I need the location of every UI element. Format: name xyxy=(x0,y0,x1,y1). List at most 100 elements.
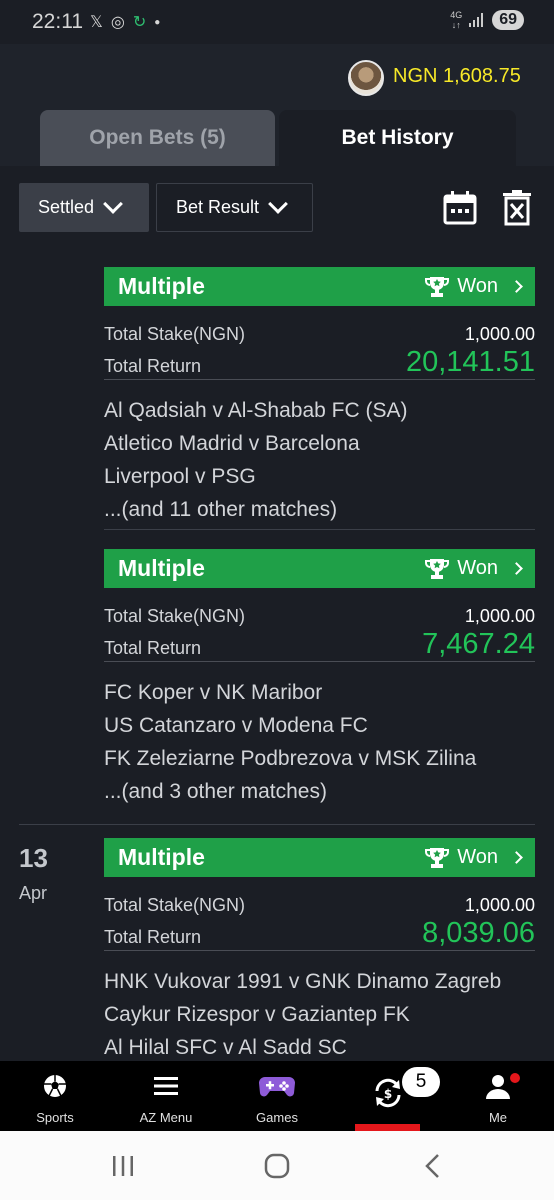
return-label: Total Return xyxy=(104,356,202,376)
clear-filter-icon[interactable] xyxy=(500,190,534,226)
bet-status-label: Won xyxy=(457,275,498,297)
stake-value: 1,000.00 xyxy=(464,324,535,344)
bet-card-header[interactable]: Multiple Won xyxy=(104,838,535,877)
dot-icon: ● xyxy=(154,16,161,28)
nav-games[interactable]: Games xyxy=(232,1061,322,1131)
divider xyxy=(104,529,535,530)
match-item: ...(and 11 other matches) xyxy=(104,498,338,521)
date-day: 13 xyxy=(19,843,48,873)
calendar-icon[interactable] xyxy=(443,190,477,226)
account-balance[interactable]: NGN 1,608.75 xyxy=(393,65,521,88)
bet-status-label: Won xyxy=(457,846,498,868)
return-value: 20,141.51 xyxy=(405,346,535,378)
match-item: Liverpool v PSG xyxy=(104,465,256,488)
chevron-right-icon xyxy=(510,851,523,864)
trophy-icon xyxy=(425,276,450,297)
settled-filter-dropdown[interactable]: Settled xyxy=(19,183,149,232)
bet-card[interactable]: Multiple Won Total Stake(NGN) 1,000.00 T… xyxy=(104,267,535,526)
match-item: US Catanzaro v Modena FC xyxy=(104,714,368,737)
nav-sports[interactable]: Sports xyxy=(10,1061,100,1131)
match-item: Al Qadsiah v Al-Shabab FC (SA) xyxy=(104,399,408,422)
avatar[interactable] xyxy=(348,60,384,96)
bet-result-label: Bet Result xyxy=(176,197,260,217)
bet-card[interactable]: Multiple Won Total Stake(NGN) 1,000.00 T… xyxy=(104,549,535,808)
status-right: 4G ↓↑ 69 xyxy=(450,10,524,30)
trophy-icon xyxy=(425,847,450,868)
match-item: Atletico Madrid v Barcelona xyxy=(104,432,360,455)
app-header: NGN 1,608.75 xyxy=(0,44,554,110)
menu-icon xyxy=(154,1077,178,1095)
status-time: 22:11 xyxy=(32,10,83,33)
return-label: Total Return xyxy=(104,638,202,658)
stake-row: Total Stake(NGN) 1,000.00 xyxy=(104,605,535,627)
match-item: FK Zeleziarne Podbrezova v MSK Zilina xyxy=(104,747,477,770)
whatsapp-icon: ◎ xyxy=(110,14,125,31)
cashout-icon: $ xyxy=(375,1078,401,1108)
return-row: Total Return 7,467.24 xyxy=(104,627,535,659)
status-bar: 22:11 𝕏 ◎ ↻ ● 4G ↓↑ 69 xyxy=(0,0,554,44)
match-item: Caykur Rizespor v Gaziantep FK xyxy=(104,1003,410,1026)
stake-value: 1,000.00 xyxy=(464,606,535,626)
chevron-down-icon xyxy=(268,193,288,214)
return-value: 8,039.06 xyxy=(422,917,535,949)
bet-status: Won xyxy=(425,557,523,580)
notification-dot xyxy=(510,1073,520,1083)
divider xyxy=(104,950,535,951)
return-label: Total Return xyxy=(104,927,202,947)
stake-label: Total Stake(NGN) xyxy=(104,895,246,915)
signal-icon xyxy=(469,13,484,27)
nav-label: AZ Menu xyxy=(139,1110,193,1125)
chevron-right-icon xyxy=(510,280,523,293)
bet-result-dropdown[interactable]: Bet Result xyxy=(156,183,313,232)
match-item: HNK Vukovar 1991 v GNK Dinamo Zagreb xyxy=(104,970,502,993)
divider xyxy=(104,379,535,380)
divider xyxy=(19,824,535,825)
recent-apps-icon[interactable] xyxy=(110,1153,136,1179)
stake-row: Total Stake(NGN) 1,000.00 xyxy=(104,323,535,345)
stake-label: Total Stake(NGN) xyxy=(104,606,246,626)
active-tab-indicator xyxy=(355,1124,420,1131)
nav-label: Me xyxy=(488,1110,508,1125)
return-value: 7,467.24 xyxy=(422,628,535,660)
gamepad-icon xyxy=(259,1077,295,1097)
stake-label: Total Stake(NGN) xyxy=(104,324,246,344)
back-icon[interactable] xyxy=(420,1153,446,1179)
system-nav-bar xyxy=(0,1131,554,1200)
match-list: FC Koper v NK Maribor US Catanzaro v Mod… xyxy=(104,676,535,808)
chevron-down-icon xyxy=(103,193,123,214)
return-row: Total Return 8,039.06 xyxy=(104,916,535,948)
battery-indicator: 69 xyxy=(492,10,524,30)
date-month: Apr xyxy=(19,883,48,903)
nav-label: Games xyxy=(256,1110,298,1125)
tab-open-bets[interactable]: Open Bets (5) xyxy=(40,110,275,166)
bottom-nav: Sports AZ Menu Games $ Me xyxy=(0,1061,554,1131)
bet-status: Won xyxy=(425,275,523,298)
bet-card-header[interactable]: Multiple Won xyxy=(104,549,535,588)
notification-icons: 𝕏 ◎ ↻ ● xyxy=(90,12,160,32)
settled-filter-label: Settled xyxy=(38,197,95,217)
sync-icon: ↻ xyxy=(132,14,147,31)
bet-status-label: Won xyxy=(457,557,498,579)
home-icon[interactable] xyxy=(264,1153,290,1179)
nav-me[interactable]: Me xyxy=(453,1061,543,1131)
match-list: Al Qadsiah v Al-Shabab FC (SA) Atletico … xyxy=(104,394,535,526)
stake-row: Total Stake(NGN) 1,000.00 xyxy=(104,894,535,916)
match-list: HNK Vukovar 1991 v GNK Dinamo Zagreb Cay… xyxy=(104,965,535,1064)
divider xyxy=(104,661,535,662)
filter-bar: Settled Bet Result xyxy=(0,166,554,250)
network-indicator: 4G ↓↑ xyxy=(450,10,463,30)
nav-label: Sports xyxy=(36,1110,74,1125)
tab-bet-history[interactable]: Bet History xyxy=(279,110,516,166)
football-icon xyxy=(44,1075,66,1097)
bet-card[interactable]: Multiple Won Total Stake(NGN) 1,000.00 T… xyxy=(104,838,535,1064)
stake-value: 1,000.00 xyxy=(464,895,535,915)
bet-type: Multiple xyxy=(118,273,205,299)
open-bets-badge: 5 xyxy=(402,1067,440,1097)
bet-card-header[interactable]: Multiple Won xyxy=(104,267,535,306)
bet-type: Multiple xyxy=(118,555,205,581)
user-icon xyxy=(486,1075,510,1099)
bet-type: Multiple xyxy=(118,844,205,870)
return-row: Total Return 20,141.51 xyxy=(104,345,535,377)
nav-az-menu[interactable]: AZ Menu xyxy=(121,1061,211,1131)
chevron-right-icon xyxy=(510,562,523,575)
